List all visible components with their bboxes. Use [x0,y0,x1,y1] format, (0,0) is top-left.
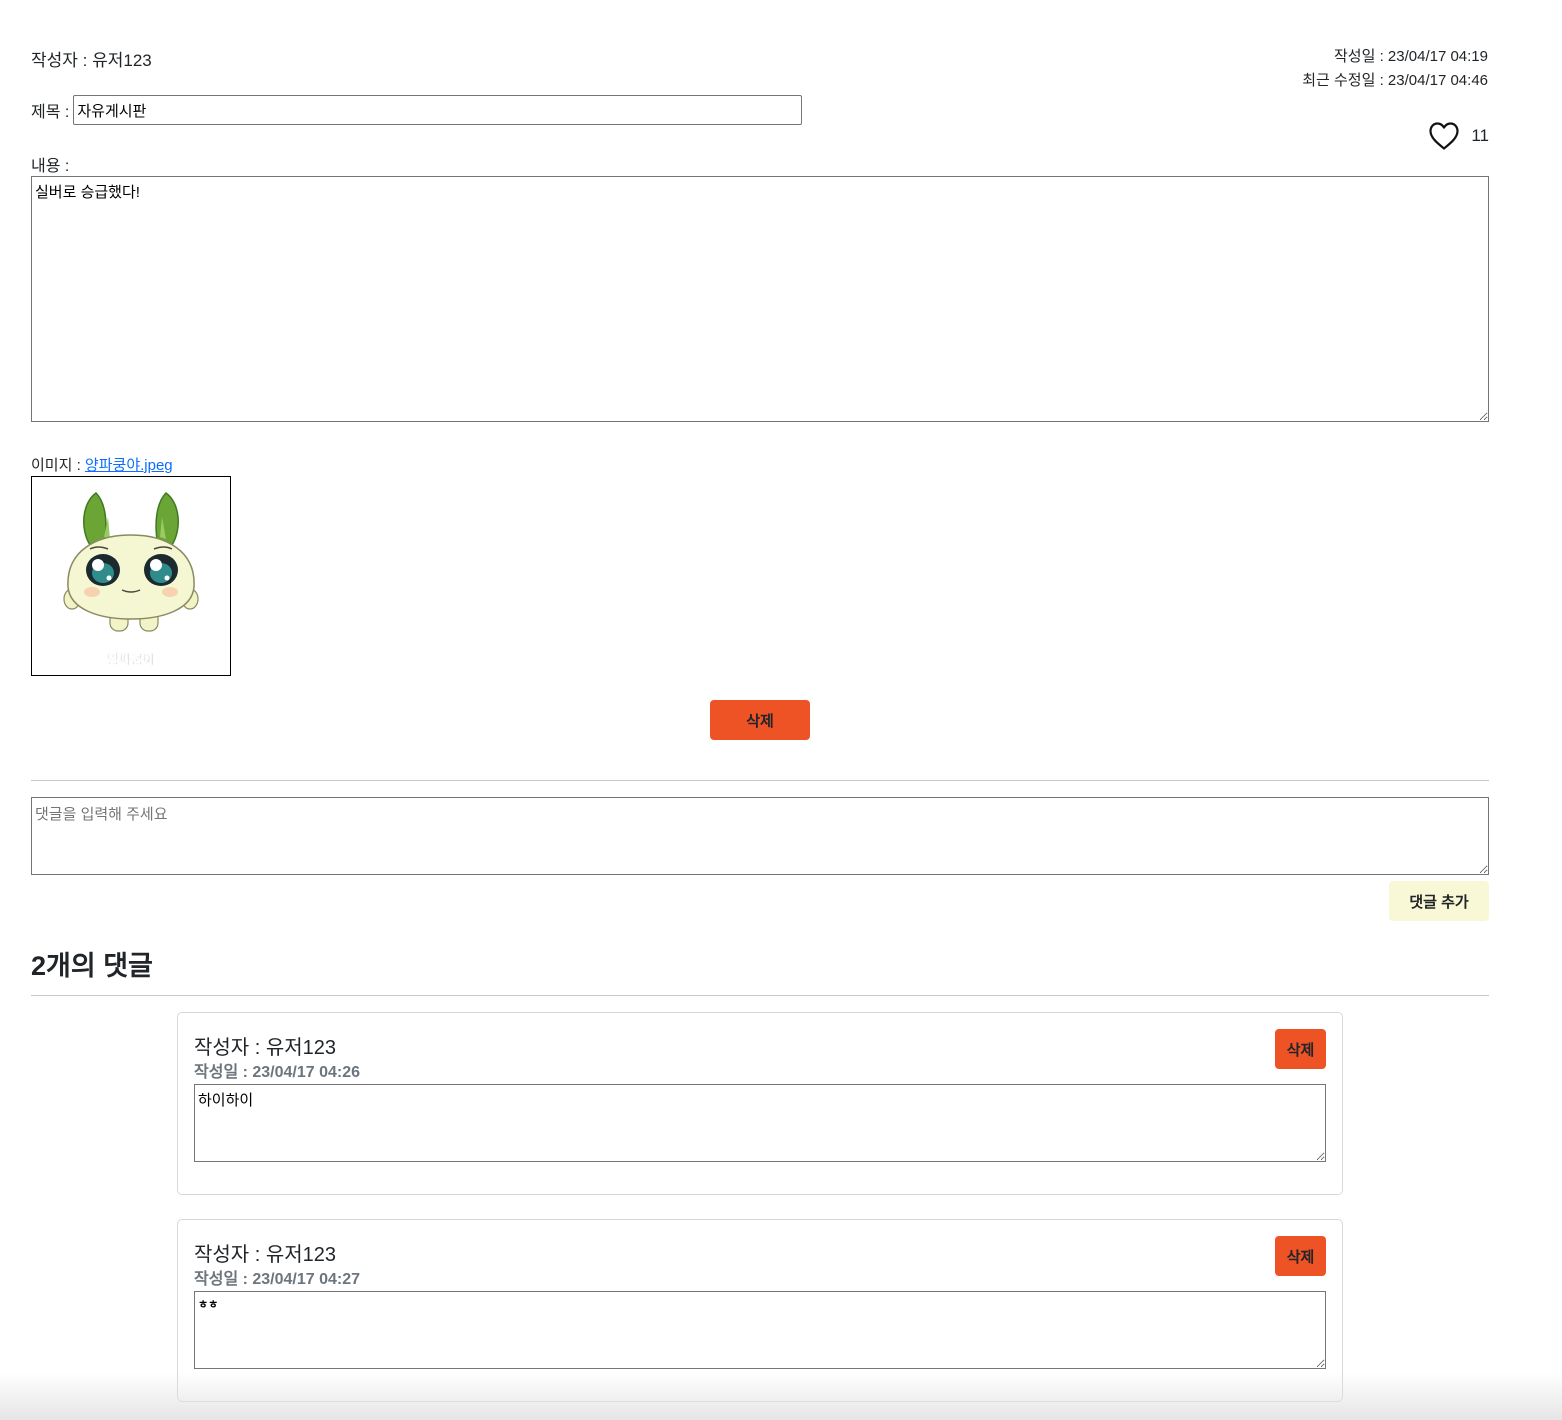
delete-comment-button[interactable]: 삭제 [1275,1029,1326,1069]
title-row: 제목 : [31,95,803,125]
post-author: 작성자 : 유저123 [31,51,152,70]
like-count: 11 [1471,126,1489,145]
comment-body[interactable]: 하이하이 [194,1084,1326,1162]
image-preview: 양파쿵야 [31,476,231,676]
onion-character-image: 양파쿵야 [63,492,199,668]
image-label: 이미지 : [31,457,81,474]
comment-date: 작성일 : 23/04/17 04:27 [194,1271,361,1288]
divider [31,995,1489,996]
image-caption: 양파쿵야 [107,652,155,668]
comment-author: 작성자 : 유저123 [194,1037,337,1059]
content-label: 내용 : [31,158,70,175]
add-comment-button[interactable]: 댓글 추가 [1389,881,1489,921]
comment-input[interactable] [31,797,1489,875]
title-input[interactable] [73,95,803,125]
delete-comment-button[interactable]: 삭제 [1275,1236,1326,1276]
comment-body[interactable]: ㅎㅎ [194,1291,1326,1369]
heart-outline-icon[interactable] [1428,121,1460,151]
image-row: 이미지 : 양파쿵야.jpeg [31,454,173,475]
comment-card: 작성자 : 유저123 작성일 : 23/04/17 04:26 삭제 하이하이 [177,1012,1343,1195]
comments-heading: 2개의 댓글 [31,951,153,981]
like-control: 11 [1428,121,1489,151]
delete-post-button[interactable]: 삭제 [710,700,810,740]
title-label: 제목 : [31,104,70,121]
comment-author: 작성자 : 유저123 [194,1244,337,1266]
comment-card: 작성자 : 유저123 작성일 : 23/04/17 04:27 삭제 ㅎㅎ [177,1219,1343,1402]
image-link[interactable]: 양파쿵야.jpeg [85,457,173,474]
post-created-date: 작성일 : 23/04/17 04:19 [1334,48,1488,65]
comment-date: 작성일 : 23/04/17 04:26 [194,1064,361,1081]
content-textarea[interactable]: 실버로 승급했다! [31,176,1489,422]
post-modified-date: 최근 수정일 : 23/04/17 04:46 [1302,72,1488,89]
post-dates: 작성일 : 23/04/17 04:19 최근 수정일 : 23/04/17 0… [1302,45,1488,93]
divider [31,780,1489,781]
